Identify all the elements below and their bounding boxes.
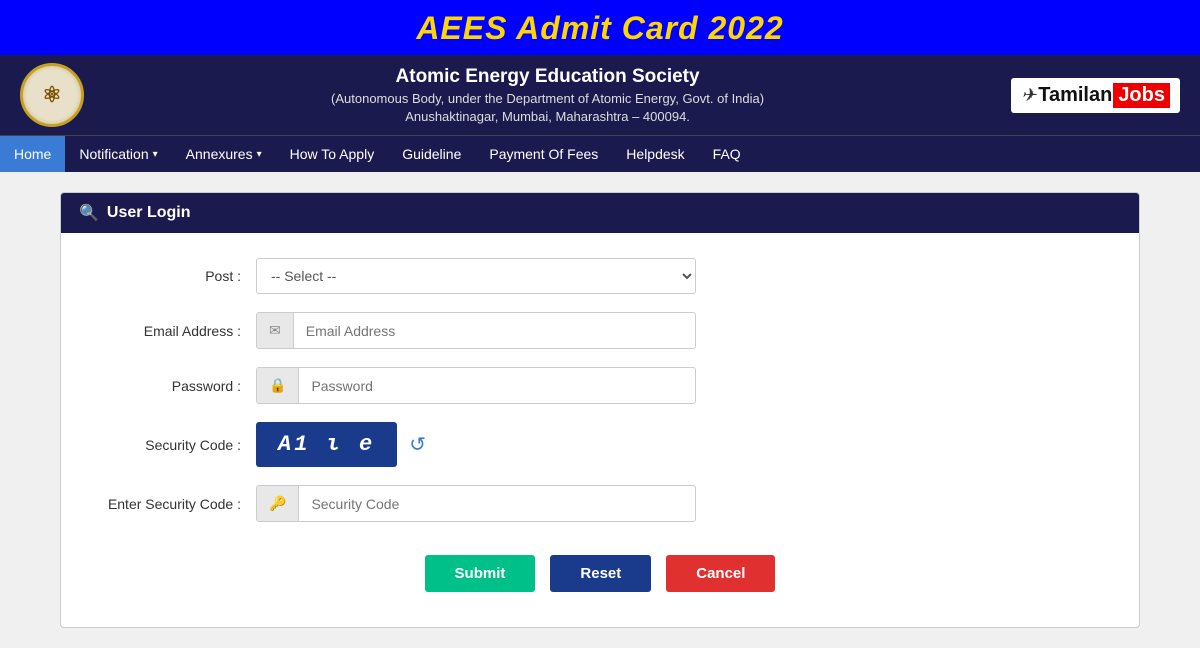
captcha-label: Security Code : — [81, 437, 256, 453]
top-banner: AEES Admit Card 2022 — [0, 0, 1200, 55]
nav-faq[interactable]: FAQ — [699, 136, 755, 172]
org-sub1: (Autonomous Body, under the Department o… — [99, 91, 996, 106]
email-input-group: ✉ — [256, 312, 696, 349]
captcha-group: A1 ι e ↺ — [256, 422, 696, 467]
lock-icon: 🔒 — [257, 368, 299, 403]
main-nav: Home Notification ▾ Annexures ▾ How To A… — [0, 135, 1200, 172]
login-card-body: Post : -- Select -- Email Address : ✉ — [61, 233, 1139, 627]
captcha-row: Security Code : A1 ι e ↺ — [81, 422, 1119, 467]
login-card-title: User Login — [107, 204, 191, 222]
email-icon: ✉ — [257, 313, 294, 348]
search-icon: 🔍 — [79, 203, 99, 223]
nav-how-to-apply[interactable]: How To Apply — [276, 136, 389, 172]
security-code-wrap: 🔑 — [256, 485, 696, 522]
tamilan-word: Tamilan — [1038, 84, 1112, 107]
tamilan-logo: ✈ Tamilan Jobs — [1011, 78, 1180, 113]
password-row: Password : 🔒 — [81, 367, 1119, 404]
email-input[interactable] — [294, 314, 695, 348]
password-input-group: 🔒 — [256, 367, 696, 404]
email-row: Email Address : ✉ — [81, 312, 1119, 349]
jobs-word: Jobs — [1113, 83, 1170, 108]
page-title: AEES Admit Card 2022 — [0, 10, 1200, 47]
post-select[interactable]: -- Select -- — [256, 258, 696, 294]
submit-button[interactable]: Submit — [425, 555, 536, 592]
org-sub2: Anushaktinagar, Mumbai, Maharashtra – 40… — [99, 109, 996, 124]
chevron-down-icon: ▾ — [257, 149, 262, 160]
security-code-label: Enter Security Code : — [81, 496, 256, 512]
email-label: Email Address : — [81, 323, 256, 339]
nav-notification[interactable]: Notification ▾ — [65, 136, 171, 172]
aees-logo-icon: ⚛ — [42, 82, 62, 108]
nav-annexures[interactable]: Annexures ▾ — [172, 136, 276, 172]
password-wrap: 🔒 — [256, 367, 696, 404]
security-code-input-row: Enter Security Code : 🔑 — [81, 485, 1119, 522]
button-row: Submit Reset Cancel — [81, 540, 1119, 607]
nav-guideline[interactable]: Guideline — [388, 136, 475, 172]
captcha-wrap-outer: A1 ι e ↺ — [256, 422, 696, 467]
email-wrap: ✉ — [256, 312, 696, 349]
nav-helpdesk[interactable]: Helpdesk — [612, 136, 698, 172]
post-row: Post : -- Select -- — [81, 258, 1119, 294]
org-name: Atomic Energy Education Society — [99, 66, 996, 88]
password-label: Password : — [81, 378, 256, 394]
site-header: ⚛ Atomic Energy Education Society (Auton… — [0, 55, 1200, 135]
chevron-down-icon: ▾ — [153, 149, 158, 160]
aees-logo: ⚛ — [20, 63, 84, 127]
nav-home[interactable]: Home — [0, 136, 65, 172]
security-code-input[interactable] — [299, 487, 695, 521]
header-text: Atomic Energy Education Society (Autonom… — [84, 66, 1011, 124]
nav-payment[interactable]: Payment Of Fees — [475, 136, 612, 172]
security-code-input-group: 🔑 — [256, 485, 696, 522]
login-card-header: 🔍 User Login — [61, 193, 1139, 233]
post-select-wrap: -- Select -- — [256, 258, 696, 294]
tamilan-icon: ✈ — [1021, 85, 1036, 106]
cancel-button[interactable]: Cancel — [666, 555, 775, 592]
password-input[interactable] — [299, 369, 695, 403]
captcha-image: A1 ι e — [256, 422, 397, 467]
login-card: 🔍 User Login Post : -- Select -- Email A… — [60, 192, 1140, 628]
post-label: Post : — [81, 268, 256, 284]
reset-button[interactable]: Reset — [550, 555, 651, 592]
key-icon: 🔑 — [257, 486, 299, 521]
main-content: 🔍 User Login Post : -- Select -- Email A… — [0, 172, 1200, 648]
captcha-refresh-icon[interactable]: ↺ — [409, 432, 426, 457]
